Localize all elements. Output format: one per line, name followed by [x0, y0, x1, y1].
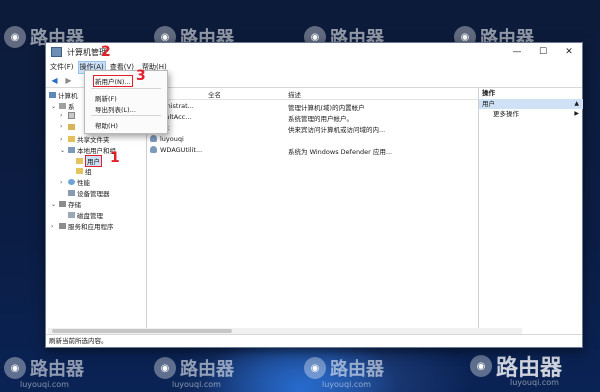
watermark: ◉ 路由器	[4, 355, 84, 381]
menu-item-refresh[interactable]: 刷新(F)	[95, 93, 117, 103]
menu-separator	[91, 115, 161, 116]
tree-item-computer[interactable]: 计算机	[49, 90, 78, 100]
services-icon	[59, 223, 66, 229]
user-description: 供来宾访问计算机或访问域的内...	[288, 126, 386, 134]
tree-item-services-apps[interactable]: › 服务和应用程序	[51, 221, 114, 232]
computer-management-icon	[51, 47, 62, 57]
event-viewer-icon	[68, 123, 75, 130]
annotation-step-3: 3	[136, 68, 146, 84]
watermark-logo-icon: ◉	[4, 26, 26, 48]
folder-icon	[68, 136, 75, 142]
actions-title: 操作	[482, 89, 495, 97]
watermark-site: luyouqi.com	[20, 380, 69, 389]
tree-item-device-manager[interactable]: 设备管理器	[68, 188, 110, 198]
performance-icon	[68, 179, 75, 185]
table-row[interactable]: Administrat... 管理计算机(域)的内置帐户	[148, 101, 478, 112]
menu-separator	[91, 88, 161, 89]
watermark-logo-icon: ◉	[304, 357, 326, 379]
minimize-button[interactable]: —	[504, 43, 530, 61]
actions-section-users[interactable]: 用户 ▲	[479, 99, 583, 109]
device-manager-icon	[68, 190, 75, 196]
watermark-site: luyouqi.com	[172, 380, 221, 389]
window-controls: — ☐ ✕	[504, 43, 582, 61]
watermark-logo-icon: ◉	[470, 355, 492, 377]
status-bar: 刷新当前所选内容。	[46, 334, 582, 347]
tree-item-system-tools[interactable]: ⌄ 系	[51, 101, 75, 112]
column-header-fullname[interactable]: 全名	[208, 89, 221, 99]
actions-pane: 操作 用户 ▲ 更多操作 ▶	[478, 88, 583, 334]
tree-item-local-users-groups[interactable]: ⌄ 本地用户和组	[60, 145, 116, 156]
user-icon	[150, 135, 157, 142]
submenu-arrow-icon: ▶	[574, 110, 579, 117]
scrollbar-thumb[interactable]	[52, 329, 232, 333]
back-arrow-icon[interactable]: ◀	[49, 76, 60, 85]
action-menu-dropdown: 新用户(N)... 刷新(F) 导出列表(L)... 帮助(H)	[84, 70, 168, 134]
tree-item-performance[interactable]: › 性能	[60, 177, 90, 188]
close-button[interactable]: ✕	[556, 43, 582, 61]
watermark: ◉ 路由器	[154, 355, 234, 381]
clock-icon	[68, 112, 75, 119]
watermark-logo-icon: ◉	[4, 357, 26, 379]
watermark-site: luyouqi.com	[322, 380, 371, 389]
tree-item-task-scheduler[interactable]: ›	[60, 112, 75, 119]
table-row[interactable]: WDAGUtilit... 系统为 Windows Defender 应用...	[148, 145, 478, 156]
folder-icon	[76, 168, 83, 174]
menu-file[interactable]: 文件(F)	[46, 62, 78, 73]
annotation-step-2: 2	[101, 44, 111, 60]
menu-item-help[interactable]: 帮助(H)	[95, 120, 118, 130]
forward-arrow-icon[interactable]: ▶	[63, 76, 74, 85]
watermark: ◉ 路由器	[304, 355, 384, 381]
computer-icon	[49, 92, 56, 98]
chevron-right-icon[interactable]: ›	[60, 123, 66, 130]
folder-icon	[76, 158, 83, 164]
user-icon	[150, 146, 157, 153]
table-row[interactable]: Guest 供来宾访问计算机或访问域的内...	[148, 123, 478, 134]
tree-item-storage[interactable]: ⌄ 存储	[51, 199, 81, 210]
watermark-site: luyouqi.com	[510, 378, 559, 387]
table-row[interactable]: DefaultAcc... 系统管理的用户帐户。	[148, 112, 478, 123]
more-actions[interactable]: 更多操作 ▶	[479, 109, 583, 119]
user-description: 管理计算机(域)的内置帐户	[288, 104, 365, 112]
disk-icon	[68, 212, 75, 218]
menu-item-export-list[interactable]: 导出列表(L)...	[95, 104, 136, 114]
list-header: 全名 描述	[148, 88, 478, 100]
tree-item-groups[interactable]: 组	[76, 166, 92, 176]
user-name: WDAGUtilit...	[160, 146, 203, 154]
tree-item-disk-management[interactable]: 磁盘管理	[68, 210, 103, 220]
table-row[interactable]: luyouqi	[148, 134, 478, 144]
chevron-right-icon[interactable]: ›	[60, 112, 66, 119]
annotation-step-1: 1	[110, 150, 120, 166]
chevron-right-icon[interactable]: ›	[60, 136, 66, 143]
column-header-description[interactable]: 描述	[288, 89, 301, 99]
title-bar[interactable]: 计算机管理 — ☐ ✕	[46, 43, 582, 61]
collapse-caret-icon[interactable]: ▲	[574, 99, 579, 109]
menu-item-new-user[interactable]: 新用户(N)...	[93, 75, 133, 87]
users-group-icon	[68, 147, 75, 153]
maximize-button[interactable]: ☐	[530, 43, 556, 61]
user-description: 系统管理的用户帐户。	[288, 115, 353, 123]
tree-item-event-viewer[interactable]: ›	[60, 123, 75, 130]
chevron-down-icon[interactable]: ⌄	[51, 103, 57, 110]
chevron-down-icon[interactable]: ⌄	[51, 201, 57, 208]
chevron-right-icon[interactable]: ›	[51, 223, 57, 230]
tools-icon	[59, 103, 66, 109]
user-name: luyouqi	[160, 135, 184, 143]
chevron-right-icon[interactable]: ›	[60, 179, 66, 186]
user-description: 系统为 Windows Defender 应用...	[288, 148, 393, 156]
watermark-logo-icon: ◉	[154, 357, 176, 379]
chevron-down-icon[interactable]: ⌄	[60, 147, 66, 154]
tree-item-shared-folders[interactable]: › 共享文件夹	[60, 134, 110, 145]
storage-icon	[59, 201, 66, 207]
user-list: 全名 描述 Administrat... 管理计算机(域)的内置帐户 Defau…	[148, 88, 478, 334]
